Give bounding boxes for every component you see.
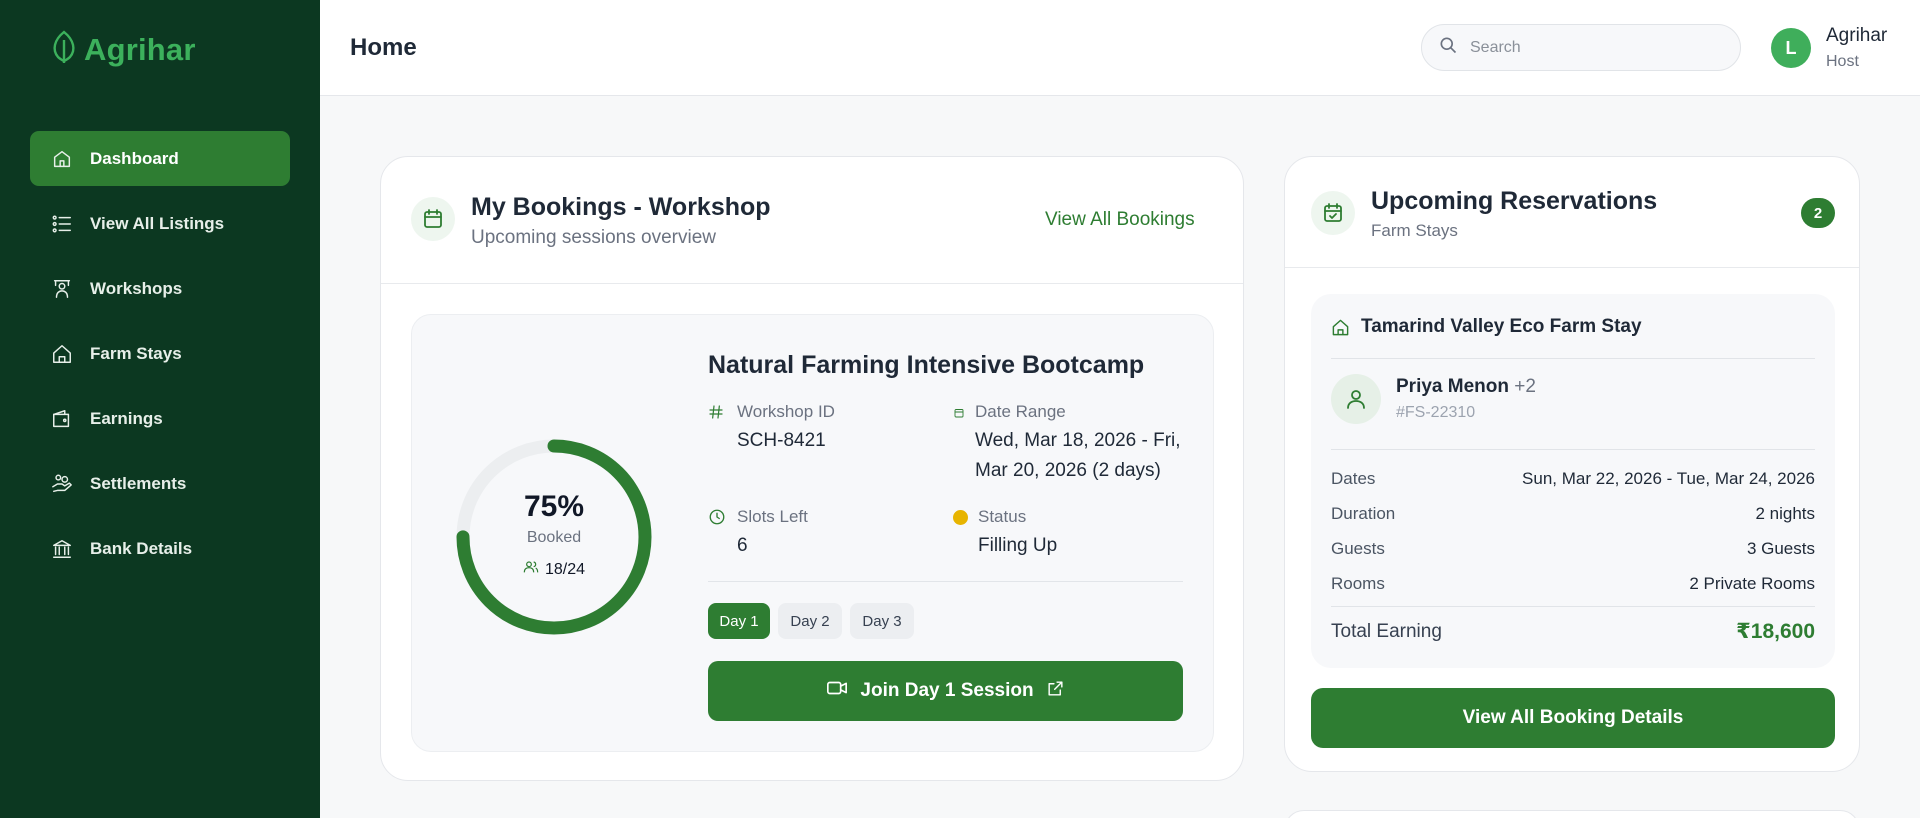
view-all-bookings-link[interactable]: View All Bookings	[1045, 209, 1195, 231]
bookings-card: My Bookings - Workshop Upcoming sessions…	[380, 156, 1244, 781]
next-card-peek	[1284, 810, 1860, 818]
sidebar-item-label: Bank Details	[90, 538, 193, 558]
booked-percent: 75%	[523, 490, 585, 523]
status-value: Filling Up	[978, 535, 1058, 556]
sidebar-item-label: View All Listings	[90, 213, 225, 233]
workshop-id-label: Workshop ID	[737, 402, 835, 421]
sidebar-item-earnings[interactable]: Earnings	[30, 391, 290, 446]
join-session-button[interactable]: Join Day 1 Session	[708, 661, 1183, 721]
view-all-booking-details-button[interactable]: View All Booking Details	[1311, 688, 1835, 748]
list-icon	[50, 212, 74, 236]
user-role: Host	[1826, 53, 1859, 70]
video-icon	[826, 677, 848, 705]
duration-value: 2 nights	[1755, 504, 1815, 523]
sidebar-item-label: Earnings	[90, 408, 163, 428]
sidebar-nav: Dashboard View All Listings Workshops Fa…	[30, 131, 290, 586]
session-card: 75% Booked 18/24 Natural Farming Intensi…	[411, 314, 1214, 752]
rooms-value: 2 Private Rooms	[1689, 574, 1815, 593]
date-range-label: Date Range	[975, 402, 1066, 421]
sidebar-item-label: Workshops	[90, 278, 183, 298]
sidebar-item-label: Settlements	[90, 473, 187, 493]
top-header: Home L Agrihar Host	[320, 0, 1920, 96]
workshop-title: Natural Farming Intensive Bootcamp	[708, 351, 1145, 379]
leaf-icon	[50, 30, 78, 69]
slots-left-value: 6	[737, 535, 748, 556]
dates-value: Sun, Mar 22, 2026 - Tue, Mar 24, 2026	[1522, 469, 1815, 488]
search-icon	[1438, 35, 1458, 60]
bank-icon	[50, 537, 74, 561]
guest-extra-count: +2	[1514, 376, 1536, 397]
booked-label: Booked	[526, 529, 582, 546]
house-icon	[50, 342, 74, 366]
divider	[1285, 267, 1859, 268]
reservations-card: Upcoming Reservations Farm Stays 2 Tamar…	[1284, 156, 1860, 772]
sidebar-item-view-all-listings[interactable]: View All Listings	[30, 196, 290, 251]
tab-day-3[interactable]: Day 3	[850, 603, 914, 639]
wallet-icon	[50, 407, 74, 431]
brand-name: Agrihar	[84, 31, 196, 67]
divider	[381, 283, 1243, 284]
sidebar-item-farm-stays[interactable]: Farm Stays	[30, 326, 290, 381]
guest-name: Priya Menon +2	[1396, 376, 1536, 398]
farm-stay-card[interactable]: Tamarind Valley Eco Farm Stay Priya Meno…	[1311, 294, 1835, 668]
duration-label: Duration	[1331, 504, 1396, 523]
user-icon	[1331, 374, 1381, 424]
booked-count: 18/24	[452, 559, 656, 580]
sidebar-item-workshops[interactable]: Workshops	[30, 261, 290, 316]
sidebar-item-dashboard[interactable]: Dashboard	[30, 131, 290, 186]
total-earning-value: ₹18,600	[1736, 620, 1815, 643]
home-icon	[50, 147, 74, 171]
bookings-title: My Bookings - Workshop	[471, 193, 771, 221]
slots-left-label: Slots Left	[737, 507, 808, 526]
calendar-small-icon	[953, 406, 965, 424]
sidebar-item-label: Dashboard	[90, 148, 179, 168]
external-link-icon	[1046, 679, 1065, 704]
join-session-label: Join Day 1 Session	[860, 680, 1034, 701]
divider	[1331, 449, 1815, 450]
farm-stay-name: Tamarind Valley Eco Farm Stay	[1361, 316, 1642, 337]
presenter-icon	[50, 277, 74, 301]
booking-id: #FS-22310	[1396, 404, 1476, 421]
guests-value: 3 Guests	[1746, 539, 1815, 558]
guests-label: Guests	[1331, 539, 1385, 558]
tab-day-1[interactable]: Day 1	[708, 603, 770, 639]
rooms-label: Rooms	[1331, 574, 1385, 593]
sidebar-item-bank-details[interactable]: Bank Details	[30, 521, 290, 576]
brand-logo[interactable]: Agrihar	[50, 30, 196, 69]
sidebar-item-settlements[interactable]: Settlements	[30, 456, 290, 511]
divider	[1331, 358, 1815, 359]
divider	[708, 581, 1183, 582]
sidebar-item-label: Farm Stays	[90, 343, 182, 363]
guest-name-text: Priya Menon	[1396, 376, 1509, 397]
divider	[1331, 606, 1815, 607]
date-range-value: Wed, Mar 18, 2026 - Fri, Mar 20, 2026 (2…	[975, 430, 1181, 481]
avatar[interactable]: L	[1771, 28, 1811, 68]
hand-coins-icon	[50, 472, 74, 496]
hash-icon	[708, 404, 724, 425]
status-label: Status	[978, 507, 1027, 526]
users-icon	[523, 559, 539, 580]
user-name: Agrihar	[1826, 25, 1888, 46]
search-input[interactable]	[1470, 38, 1710, 57]
total-earning-label: Total Earning	[1331, 621, 1442, 642]
search-bar[interactable]	[1421, 24, 1741, 71]
sidebar: Agrihar Dashboard View All Listings Work…	[0, 0, 320, 818]
page-title: Home	[350, 34, 417, 61]
calendar-icon	[411, 197, 455, 241]
tab-day-2[interactable]: Day 2	[778, 603, 842, 639]
status-dot	[953, 510, 968, 525]
reservations-count-badge: 2	[1801, 198, 1835, 228]
clock-icon	[708, 508, 726, 531]
dates-label: Dates	[1331, 469, 1376, 488]
bookings-subtitle: Upcoming sessions overview	[471, 227, 716, 248]
booked-count-value: 18/24	[544, 560, 586, 578]
workshop-id-value: SCH-8421	[737, 430, 826, 451]
reservations-title: Upcoming Reservations	[1371, 187, 1658, 215]
calendar-check-icon	[1311, 191, 1355, 235]
reservations-subtitle: Farm Stays	[1371, 221, 1458, 240]
house-icon	[1331, 318, 1350, 342]
